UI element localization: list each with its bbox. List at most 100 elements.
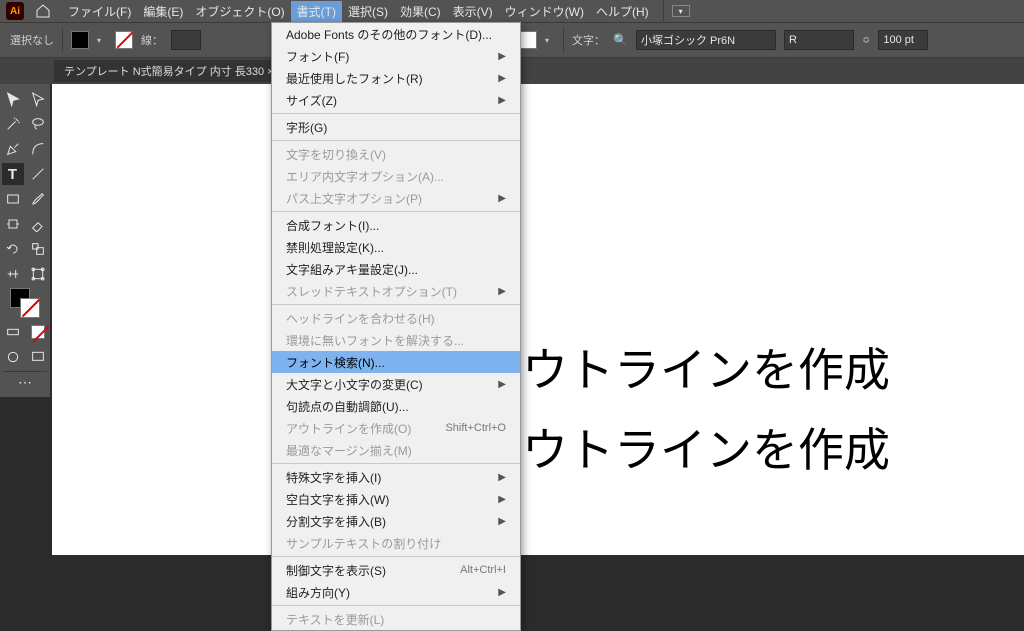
menu-item-label: 字形(G) — [286, 119, 327, 136]
font-style-input[interactable] — [784, 30, 854, 50]
menu-separator — [272, 304, 520, 305]
menu-item[interactable]: フォント検索(N)... — [272, 351, 520, 373]
menu-item: ヘッドラインを合わせる(H) — [272, 307, 520, 329]
chevron-down-icon[interactable]: ▾ — [97, 35, 107, 45]
menu-item-label: 句読点の自動調節(U)... — [286, 398, 409, 415]
menu-item[interactable]: 合成フォント(I)... — [272, 214, 520, 236]
menu-item-label: サイズ(Z) — [286, 92, 337, 109]
color-none[interactable] — [27, 321, 49, 343]
canvas[interactable]: ウトラインを作成 ウトラインを作成 — [52, 84, 1024, 555]
artboard-text[interactable]: ウトラインを作成 — [522, 414, 890, 480]
menu-選択[interactable]: 選択(S) — [342, 1, 394, 22]
menu-編集[interactable]: 編集(E) — [137, 1, 189, 22]
submenu-arrow-icon: ▶ — [498, 286, 506, 297]
menu-item[interactable]: 文字組みアキ量設定(J)... — [272, 258, 520, 280]
app-logo: Ai — [6, 2, 24, 20]
paintbrush-tool[interactable] — [27, 188, 49, 210]
font-family-input[interactable] — [636, 30, 776, 50]
menu-オブジェクト[interactable]: オブジェクト(O) — [189, 1, 290, 22]
rotate-tool[interactable] — [2, 238, 24, 260]
menu-item: スレッドテキストオプション(T) ▶ — [272, 280, 520, 302]
line-tool[interactable] — [27, 163, 49, 185]
fill-swatch[interactable] — [71, 31, 89, 49]
menu-item-label: 最近使用したフォント(R) — [286, 70, 423, 87]
workspace-switcher[interactable]: ▾ — [672, 5, 690, 17]
menu-item[interactable]: 禁則処理設定(K)... — [272, 236, 520, 258]
menu-item-label: 制御文字を表示(S) — [286, 562, 386, 579]
menu-separator — [272, 211, 520, 212]
search-icon[interactable]: 🔍 — [613, 33, 628, 47]
stroke-color[interactable] — [20, 298, 40, 318]
shaper-tool[interactable] — [2, 213, 24, 235]
screen-mode[interactable] — [27, 346, 49, 368]
stroke-weight-input[interactable] — [171, 30, 201, 50]
menu-item: エリア内文字オプション(A)... — [272, 165, 520, 187]
selection-tool[interactable] — [2, 88, 24, 110]
menu-item[interactable]: フォント(F) ▶ — [272, 45, 520, 67]
menu-item[interactable]: 最近使用したフォント(R)▶ — [272, 67, 520, 89]
menu-ファイル[interactable]: ファイル(F) — [62, 1, 137, 22]
menu-item[interactable]: 分割文字を挿入(B)▶ — [272, 510, 520, 532]
magic-wand-tool[interactable] — [2, 113, 24, 135]
graphic-style-swatch[interactable] — [519, 31, 537, 49]
direct-selection-tool[interactable] — [27, 88, 49, 110]
menu-item[interactable]: 字形(G) — [272, 116, 520, 138]
menu-item[interactable]: 句読点の自動調節(U)... — [272, 395, 520, 417]
menu-item[interactable]: 特殊文字を挿入(I)▶ — [272, 466, 520, 488]
menu-ヘルプ[interactable]: ヘルプ(H) — [590, 1, 655, 22]
rectangle-tool[interactable] — [2, 188, 24, 210]
menu-item-label: フォント(F) — [286, 48, 349, 65]
menu-item[interactable]: 大文字と小文字の変更(C)▶ — [272, 373, 520, 395]
stroke-swatch[interactable] — [115, 31, 133, 49]
fill-stroke-control[interactable] — [2, 288, 49, 318]
menu-item[interactable]: サイズ(Z) ▶ — [272, 89, 520, 111]
type-menu-dropdown: Adobe Fonts のその他のフォント(D)... フォント(F) ▶ 最近使用し… — [271, 22, 521, 631]
menu-item-label: 合成フォント(I)... — [286, 217, 379, 234]
curvature-tool[interactable] — [27, 138, 49, 160]
lasso-tool[interactable] — [27, 113, 49, 135]
edit-toolbar[interactable]: ⋯ — [3, 371, 47, 393]
menu-item-label: 環境に無いフォントを解決する... — [286, 332, 464, 349]
menu-item[interactable]: 制御文字を表示(S)Alt+Ctrl+I — [272, 559, 520, 581]
menu-item-label: 最適なマージン揃え(M) — [286, 442, 412, 459]
font-label: 文字： — [572, 32, 605, 48]
scale-tool[interactable] — [27, 238, 49, 260]
type-tool[interactable]: T — [2, 163, 24, 185]
menu-表示[interactable]: 表示(V) — [447, 1, 499, 22]
menu-item-label: サンプルテキストの割り付け — [286, 535, 441, 552]
width-tool[interactable] — [2, 263, 24, 285]
submenu-arrow-icon: ▶ — [498, 51, 506, 62]
menu-separator — [272, 140, 520, 141]
menu-item-label: 空白文字を挿入(W) — [286, 491, 389, 508]
eraser-tool[interactable] — [27, 213, 49, 235]
draw-mode[interactable] — [2, 346, 24, 368]
menu-item: パス上文字オプション(P)▶ — [272, 187, 520, 209]
menu-item[interactable]: Adobe Fonts のその他のフォント(D)... — [272, 23, 520, 45]
menu-item-label: ヘッドラインを合わせる(H) — [286, 310, 435, 327]
toolbox: T ⋯ — [0, 84, 50, 397]
font-size-input[interactable] — [878, 30, 928, 50]
chevron-down-icon[interactable]: ▾ — [545, 35, 555, 45]
font-size-stepper[interactable]: ≎ — [862, 35, 870, 46]
menu-効果[interactable]: 効果(C) — [394, 1, 447, 22]
menu-item: アウトラインを作成(O)Shift+Ctrl+O — [272, 417, 520, 439]
menu-item[interactable]: 空白文字を挿入(W)▶ — [272, 488, 520, 510]
home-icon[interactable] — [32, 0, 54, 22]
menu-item-label: 大文字と小文字の変更(C) — [286, 376, 423, 393]
gradient-tool[interactable] — [2, 321, 24, 343]
selection-status: 選択なし — [10, 32, 54, 48]
menu-item: 環境に無いフォントを解決する... — [272, 329, 520, 351]
artboard-text[interactable]: ウトラインを作成 — [522, 334, 890, 400]
menu-item-label: 禁則処理設定(K)... — [286, 239, 384, 256]
free-transform-tool[interactable] — [27, 263, 49, 285]
menu-書式[interactable]: 書式(T) — [291, 1, 342, 22]
menu-separator — [272, 556, 520, 557]
menu-item: 最適なマージン揃え(M) — [272, 439, 520, 461]
menu-item[interactable]: 組み方向(Y)▶ — [272, 581, 520, 603]
pen-tool[interactable] — [2, 138, 24, 160]
menu-ウィンドウ[interactable]: ウィンドウ(W) — [499, 1, 590, 22]
submenu-arrow-icon: ▶ — [498, 193, 506, 204]
menu-item-label: スレッドテキストオプション(T) — [286, 283, 457, 300]
stroke-label: 線： — [141, 32, 163, 48]
submenu-arrow-icon: ▶ — [498, 95, 506, 106]
